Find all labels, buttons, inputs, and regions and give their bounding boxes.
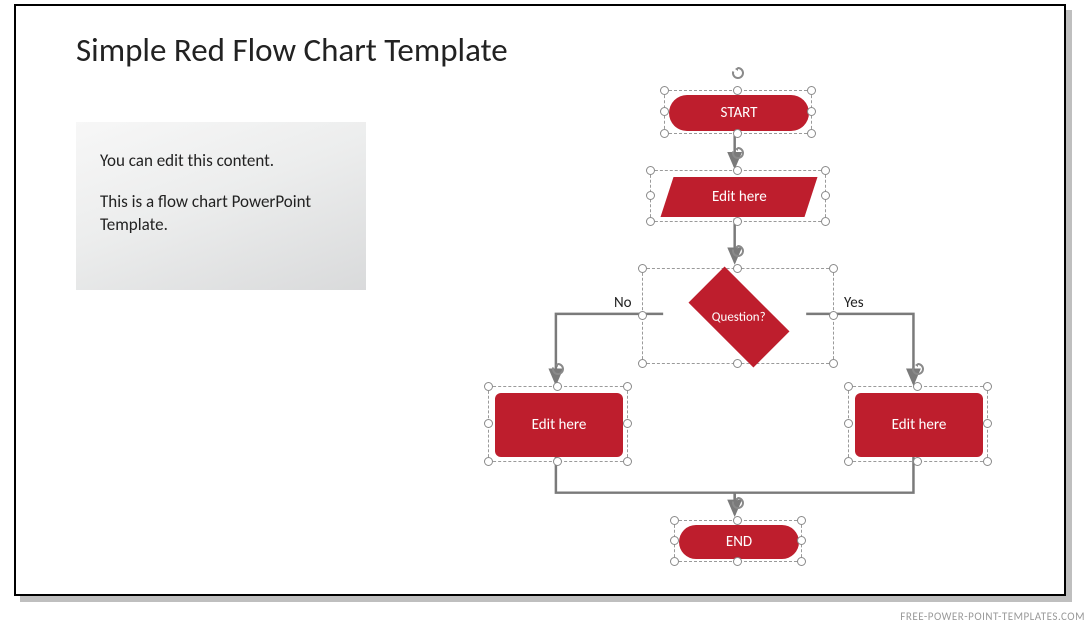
resize-handle[interactable] (913, 457, 922, 466)
resize-handle[interactable] (844, 457, 853, 466)
rotate-handle-icon[interactable] (730, 145, 746, 161)
footer-attribution: FREE-POWER-POINT-TEMPLATES.COM (900, 610, 1085, 623)
branch-no-label: No (614, 294, 632, 312)
resize-handle[interactable] (733, 264, 742, 273)
resize-handle[interactable] (821, 191, 830, 200)
right-process-selection[interactable]: Edit here (848, 386, 988, 462)
resize-handle[interactable] (844, 382, 853, 391)
resize-handle[interactable] (638, 264, 647, 273)
resize-handle[interactable] (670, 557, 679, 566)
input-label: Edit here (712, 188, 767, 206)
resize-handle[interactable] (733, 86, 742, 95)
resize-handle[interactable] (983, 382, 992, 391)
resize-handle[interactable] (553, 457, 562, 466)
rotate-handle-icon[interactable] (910, 361, 926, 377)
resize-handle[interactable] (797, 516, 806, 525)
resize-handle[interactable] (670, 516, 679, 525)
resize-handle[interactable] (670, 536, 679, 545)
branch-yes-label: Yes (844, 294, 864, 312)
start-shape[interactable]: START (669, 95, 809, 131)
resize-handle[interactable] (646, 191, 655, 200)
connectors (16, 6, 1064, 594)
left-process-selection[interactable]: Edit here (488, 386, 628, 462)
resize-handle[interactable] (660, 107, 669, 116)
right-process-label: Edit here (892, 416, 947, 434)
resize-handle[interactable] (623, 457, 632, 466)
resize-handle[interactable] (821, 166, 830, 175)
resize-handle[interactable] (797, 536, 806, 545)
resize-handle[interactable] (733, 129, 742, 138)
resize-handle[interactable] (660, 86, 669, 95)
decision-selection[interactable]: Question? (642, 268, 834, 364)
resize-handle[interactable] (807, 129, 816, 138)
resize-handle[interactable] (623, 419, 632, 428)
end-selection[interactable]: END (674, 520, 802, 562)
resize-handle[interactable] (797, 557, 806, 566)
resize-handle[interactable] (829, 311, 838, 320)
resize-handle[interactable] (484, 457, 493, 466)
resize-handle[interactable] (484, 419, 493, 428)
resize-handle[interactable] (821, 217, 830, 226)
resize-handle[interactable] (807, 107, 816, 116)
resize-handle[interactable] (983, 419, 992, 428)
decision-label: Question? (712, 309, 766, 324)
resize-handle[interactable] (733, 359, 742, 368)
resize-handle[interactable] (623, 382, 632, 391)
resize-handle[interactable] (638, 359, 647, 368)
resize-handle[interactable] (733, 557, 742, 566)
rotate-handle-icon[interactable] (730, 495, 746, 511)
resize-handle[interactable] (829, 264, 838, 273)
left-process-shape[interactable]: Edit here (495, 393, 623, 457)
resize-handle[interactable] (983, 457, 992, 466)
end-label: END (726, 533, 752, 551)
start-label: START (721, 104, 758, 122)
resize-handle[interactable] (553, 382, 562, 391)
end-shape[interactable]: END (679, 525, 799, 559)
resize-handle[interactable] (807, 86, 816, 95)
flowchart: START Edit here Question? (16, 6, 1064, 594)
rotate-handle-icon[interactable] (730, 65, 746, 81)
resize-handle[interactable] (733, 166, 742, 175)
resize-handle[interactable] (484, 382, 493, 391)
input-shape[interactable]: Edit here (661, 177, 818, 217)
resize-handle[interactable] (638, 311, 647, 320)
resize-handle[interactable] (733, 516, 742, 525)
resize-handle[interactable] (844, 419, 853, 428)
resize-handle[interactable] (660, 129, 669, 138)
rotate-handle-icon[interactable] (550, 361, 566, 377)
resize-handle[interactable] (646, 217, 655, 226)
resize-handle[interactable] (646, 166, 655, 175)
start-selection[interactable]: START (664, 90, 812, 134)
resize-handle[interactable] (913, 382, 922, 391)
resize-handle[interactable] (733, 217, 742, 226)
rotate-handle-icon[interactable] (730, 243, 746, 259)
decision-shape[interactable]: Question? (689, 267, 790, 368)
right-process-shape[interactable]: Edit here (855, 393, 983, 457)
left-process-label: Edit here (532, 416, 587, 434)
slide-canvas: Simple Red Flow Chart Template You can e… (14, 4, 1066, 596)
resize-handle[interactable] (829, 359, 838, 368)
input-selection[interactable]: Edit here (650, 170, 826, 222)
